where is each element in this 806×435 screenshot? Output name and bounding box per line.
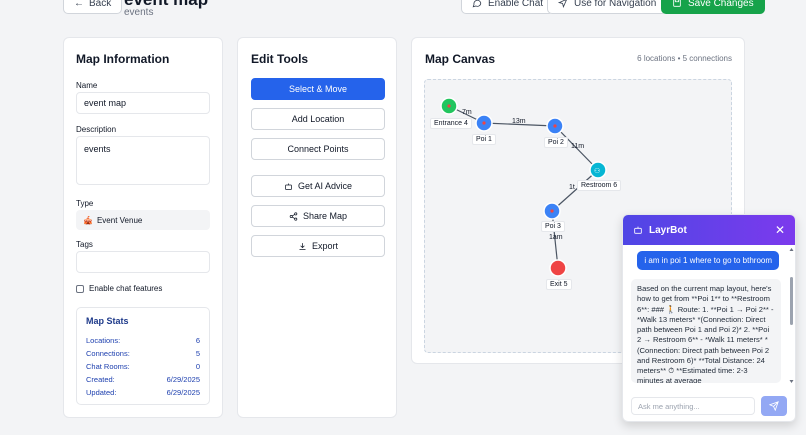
type-select[interactable]: 🎪 Event Venue — [76, 210, 210, 230]
edge-label: 11m — [571, 143, 584, 150]
restroom-icon: ⚇ — [594, 167, 600, 175]
chat-title: LayrBot — [649, 224, 687, 236]
enable-chat-checkbox[interactable] — [76, 284, 84, 293]
save-icon — [673, 0, 681, 7]
tags-input[interactable] — [76, 251, 210, 273]
node-label-poi-1: Poi 1 — [472, 134, 496, 145]
edge-label: 1am — [549, 234, 563, 241]
node-label-poi-2: Poi 2 — [544, 137, 568, 148]
use-for-navigation-button[interactable]: Use for Navigation — [547, 0, 668, 14]
venue-icon: 🎪 — [83, 215, 93, 225]
page-header: ← Back event map events Enable Chat Use … — [0, 0, 806, 28]
panel-title: Map Information — [76, 52, 170, 66]
map-stats-title: Map Stats — [86, 316, 129, 326]
edge-label: 7m — [462, 109, 472, 116]
name-label: Name — [76, 81, 98, 90]
robot-icon — [285, 183, 292, 190]
description-label: Description — [76, 125, 117, 134]
panel-title: Map Canvas — [425, 52, 496, 66]
download-icon — [299, 242, 306, 250]
description-textarea[interactable]: events — [76, 136, 210, 185]
canvas-counts: 6 locations • 5 connections — [637, 54, 732, 63]
stat-row: Chat Rooms: 0 — [86, 362, 200, 371]
pin-icon — [553, 124, 557, 128]
send-button[interactable] — [761, 396, 787, 416]
node-label-restroom-6: Restroom 6 — [577, 180, 622, 191]
node-label-entrance-4: Entrance 4 — [430, 118, 472, 129]
enable-chat-features-row[interactable]: Enable chat features — [76, 284, 162, 293]
share-icon — [289, 211, 298, 221]
page-subtitle: events — [124, 7, 154, 18]
name-input[interactable]: event map — [76, 92, 210, 114]
get-ai-advice-button[interactable]: Get AI Advice — [251, 175, 385, 197]
bot-message: Based on the current map layout, here's … — [631, 279, 781, 383]
send-icon — [769, 401, 779, 411]
enable-chat-button[interactable]: Enable Chat — [461, 0, 555, 14]
connect-points-button[interactable]: Connect Points — [251, 138, 385, 160]
stat-row: Created: 6/29/2025 — [86, 375, 200, 384]
back-button[interactable]: ← Back — [63, 0, 123, 14]
arrow-left-icon: ← — [74, 0, 84, 9]
chat-scrollbar[interactable] — [789, 247, 794, 387]
user-message: i am in poi 1 where to go to bthroom — [637, 251, 779, 270]
edit-tools-panel: Edit Tools Select & Move Add Location Co… — [237, 37, 397, 418]
add-location-button[interactable]: Add Location — [251, 108, 385, 130]
share-map-button[interactable]: Share Map — [251, 205, 385, 227]
stat-row: Connections: 5 — [86, 349, 200, 358]
type-label: Type — [76, 199, 94, 208]
stat-row: Updated: 6/29/2025 — [86, 388, 200, 397]
pin-icon — [482, 121, 486, 125]
stat-row: Locations: 6 — [86, 336, 200, 345]
chat-header: LayrBot ✕ — [623, 215, 795, 245]
robot-icon — [634, 226, 642, 234]
edge-label: 13m — [512, 118, 526, 125]
tags-label: Tags — [76, 240, 93, 249]
map-information-panel: Map Information Name event map Descripti… — [63, 37, 223, 418]
chat-bubble-icon — [472, 0, 482, 8]
save-changes-button[interactable]: Save Changes — [661, 0, 765, 14]
node-label-exit-5: Exit 5 — [546, 279, 572, 290]
select-move-button[interactable]: Select & Move — [251, 78, 385, 100]
layrbot-chat-window: LayrBot ✕ i am in poi 1 where to go to b… — [622, 214, 796, 422]
node-label-poi-3: Poi 3 — [541, 221, 565, 232]
edge-label: 1t — [569, 184, 575, 191]
pin-icon — [447, 104, 451, 108]
close-icon[interactable]: ✕ — [775, 223, 785, 237]
export-button[interactable]: Export — [251, 235, 385, 257]
pin-icon — [550, 209, 554, 213]
enable-chat-features-label: Enable chat features — [89, 284, 163, 293]
chat-input[interactable]: Ask me anything... — [631, 397, 755, 415]
navigation-icon — [558, 0, 567, 8]
node-marker[interactable] — [549, 259, 567, 277]
panel-title: Edit Tools — [251, 52, 309, 66]
map-stats-card: Map Stats Locations: 6 Connections: 5 Chat… — [76, 307, 210, 405]
